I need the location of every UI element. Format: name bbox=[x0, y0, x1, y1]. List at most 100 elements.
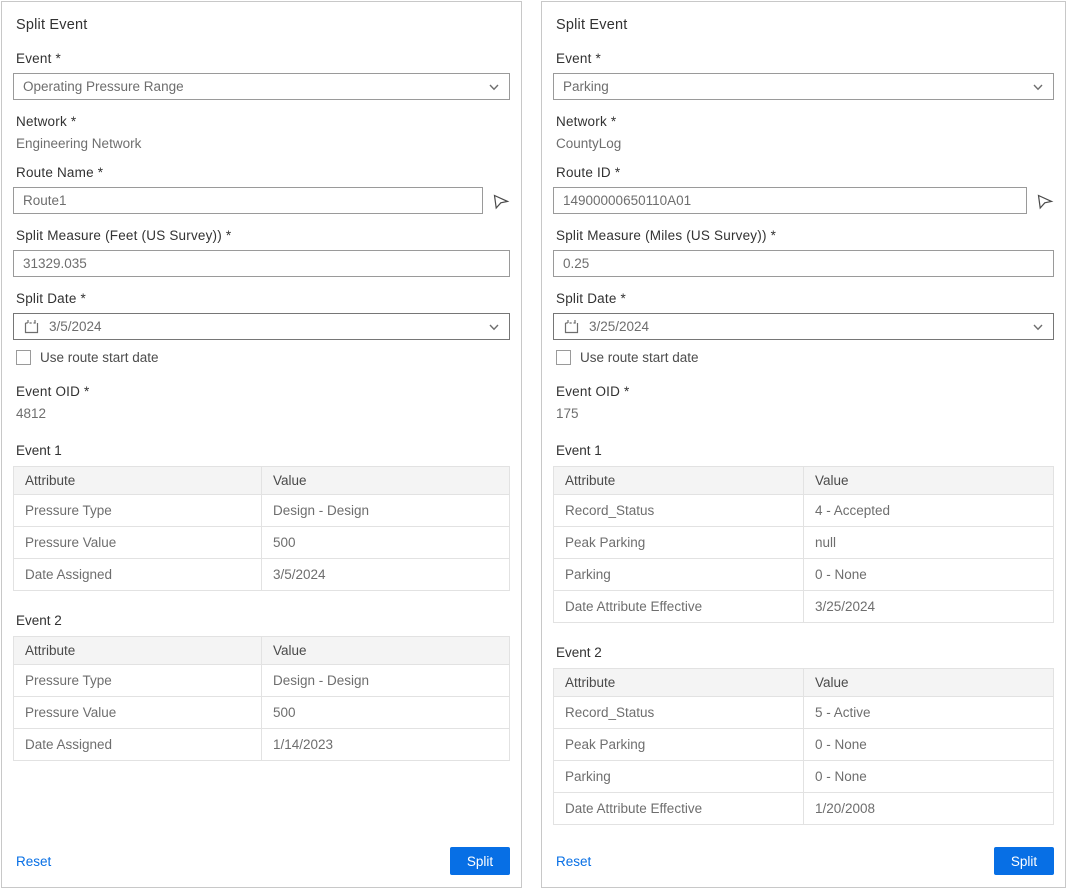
event-2-table: AttributeValueRecord_Status5 - ActivePea… bbox=[553, 668, 1054, 825]
chevron-down-icon bbox=[488, 321, 500, 333]
route-input[interactable] bbox=[13, 187, 483, 214]
reset-button[interactable]: Reset bbox=[16, 854, 51, 869]
select-on-map-pointer-icon[interactable] bbox=[492, 192, 510, 210]
event-select-value: Parking bbox=[563, 79, 609, 94]
panel-title: Split Event bbox=[16, 17, 507, 33]
event-select[interactable]: Parking bbox=[553, 73, 1054, 100]
table-row: Pressure Value500 bbox=[14, 697, 510, 729]
value-cell: Design - Design bbox=[262, 495, 510, 527]
event-select[interactable]: Operating Pressure Range bbox=[13, 73, 510, 100]
chevron-down-icon bbox=[488, 81, 500, 93]
table-row: Date Assigned3/5/2024 bbox=[14, 559, 510, 591]
split-event-panel-left: Split Event Event * Operating Pressure R… bbox=[1, 1, 522, 888]
use-route-start-date-checkbox[interactable] bbox=[16, 350, 31, 365]
attribute-cell: Date Attribute Effective bbox=[554, 591, 804, 623]
route-input[interactable] bbox=[553, 187, 1027, 214]
network-label: Network * bbox=[556, 114, 1051, 129]
use-route-start-date-row: Use route start date bbox=[16, 350, 510, 365]
attribute-cell: Pressure Type bbox=[14, 665, 262, 697]
date-label: Split Date * bbox=[16, 291, 507, 306]
network-label: Network * bbox=[16, 114, 507, 129]
chevron-down-icon bbox=[1032, 321, 1044, 333]
date-value: 3/5/2024 bbox=[49, 319, 488, 334]
event-1-title: Event 1 bbox=[556, 443, 1051, 458]
table-header-row: AttributeValue bbox=[14, 467, 510, 495]
split-event-panel-right: Split Event Event * Parking Network * Co… bbox=[541, 1, 1066, 888]
value-cell: 1/20/2008 bbox=[804, 793, 1054, 825]
footer: Reset Split bbox=[13, 837, 510, 875]
measure-label: Split Measure (Feet (US Survey)) * bbox=[16, 228, 507, 243]
table-header-row: AttributeValue bbox=[554, 669, 1054, 697]
value-cell: Design - Design bbox=[262, 665, 510, 697]
table-row: Date Attribute Effective1/20/2008 bbox=[554, 793, 1054, 825]
reset-button[interactable]: Reset bbox=[556, 854, 591, 869]
split-button[interactable]: Split bbox=[994, 847, 1054, 875]
select-on-map-pointer-icon[interactable] bbox=[1036, 192, 1054, 210]
attribute-cell: Pressure Value bbox=[14, 697, 262, 729]
attribute-cell: Pressure Value bbox=[14, 527, 262, 559]
event-1-section: Event 1 AttributeValueRecord_Status4 - A… bbox=[553, 443, 1054, 623]
attribute-cell: Parking bbox=[554, 761, 804, 793]
table-row: Pressure TypeDesign - Design bbox=[14, 665, 510, 697]
value-cell: 1/14/2023 bbox=[262, 729, 510, 761]
measure-input[interactable] bbox=[553, 250, 1054, 277]
use-route-start-date-label: Use route start date bbox=[580, 350, 699, 365]
use-route-start-date-checkbox[interactable] bbox=[556, 350, 571, 365]
value-cell: 5 - Active bbox=[804, 697, 1054, 729]
footer: Reset Split bbox=[553, 837, 1054, 875]
event-label: Event * bbox=[556, 51, 1051, 66]
table-row: Date Assigned1/14/2023 bbox=[14, 729, 510, 761]
value-cell: 500 bbox=[262, 527, 510, 559]
column-header: Value bbox=[804, 669, 1054, 697]
attribute-cell: Parking bbox=[554, 559, 804, 591]
attribute-cell: Pressure Type bbox=[14, 495, 262, 527]
date-picker[interactable]: 3/5/2024 bbox=[13, 313, 510, 340]
attribute-cell: Record_Status bbox=[554, 697, 804, 729]
column-header: Value bbox=[262, 637, 510, 665]
column-header: Attribute bbox=[14, 637, 262, 665]
table-row: Record_Status5 - Active bbox=[554, 697, 1054, 729]
event-oid-value: 175 bbox=[556, 406, 1051, 421]
value-cell: 500 bbox=[262, 697, 510, 729]
use-route-start-date-row: Use route start date bbox=[556, 350, 1054, 365]
table-row: Peak Parkingnull bbox=[554, 527, 1054, 559]
event-2-title: Event 2 bbox=[16, 613, 507, 628]
panel-title: Split Event bbox=[556, 17, 1051, 33]
attribute-cell: Date Attribute Effective bbox=[554, 793, 804, 825]
value-cell: 4 - Accepted bbox=[804, 495, 1054, 527]
event-1-table: AttributeValueRecord_Status4 - AcceptedP… bbox=[553, 466, 1054, 623]
split-button[interactable]: Split bbox=[450, 847, 510, 875]
date-picker[interactable]: 3/25/2024 bbox=[553, 313, 1054, 340]
event-oid-value: 4812 bbox=[16, 406, 507, 421]
measure-label: Split Measure (Miles (US Survey)) * bbox=[556, 228, 1051, 243]
value-cell: 0 - None bbox=[804, 729, 1054, 761]
network-value: Engineering Network bbox=[16, 136, 507, 151]
split-event-widgets: Split Event Event * Operating Pressure R… bbox=[0, 0, 1067, 890]
table-header-row: AttributeValue bbox=[14, 637, 510, 665]
measure-input[interactable] bbox=[13, 250, 510, 277]
value-cell: 3/5/2024 bbox=[262, 559, 510, 591]
table-row: Pressure Value500 bbox=[14, 527, 510, 559]
attribute-cell: Peak Parking bbox=[554, 729, 804, 761]
event-1-table: AttributeValuePressure TypeDesign - Desi… bbox=[13, 466, 510, 591]
table-header-row: AttributeValue bbox=[554, 467, 1054, 495]
column-header: Attribute bbox=[554, 669, 804, 697]
date-value: 3/25/2024 bbox=[589, 319, 1032, 334]
event-oid-label: Event OID * bbox=[556, 384, 1051, 399]
event-1-title: Event 1 bbox=[16, 443, 507, 458]
event-2-section: Event 2 AttributeValuePressure TypeDesig… bbox=[13, 613, 510, 761]
column-header: Attribute bbox=[554, 467, 804, 495]
network-value: CountyLog bbox=[556, 136, 1051, 151]
date-label: Split Date * bbox=[556, 291, 1051, 306]
event-2-table: AttributeValuePressure TypeDesign - Desi… bbox=[13, 636, 510, 761]
table-row: Record_Status4 - Accepted bbox=[554, 495, 1054, 527]
event-label: Event * bbox=[16, 51, 507, 66]
event-select-value: Operating Pressure Range bbox=[23, 79, 184, 94]
attribute-cell: Peak Parking bbox=[554, 527, 804, 559]
value-cell: 0 - None bbox=[804, 761, 1054, 793]
column-header: Value bbox=[262, 467, 510, 495]
event-2-section: Event 2 AttributeValueRecord_Status5 - A… bbox=[553, 645, 1054, 825]
table-row: Pressure TypeDesign - Design bbox=[14, 495, 510, 527]
table-row: Parking0 - None bbox=[554, 761, 1054, 793]
column-header: Value bbox=[804, 467, 1054, 495]
